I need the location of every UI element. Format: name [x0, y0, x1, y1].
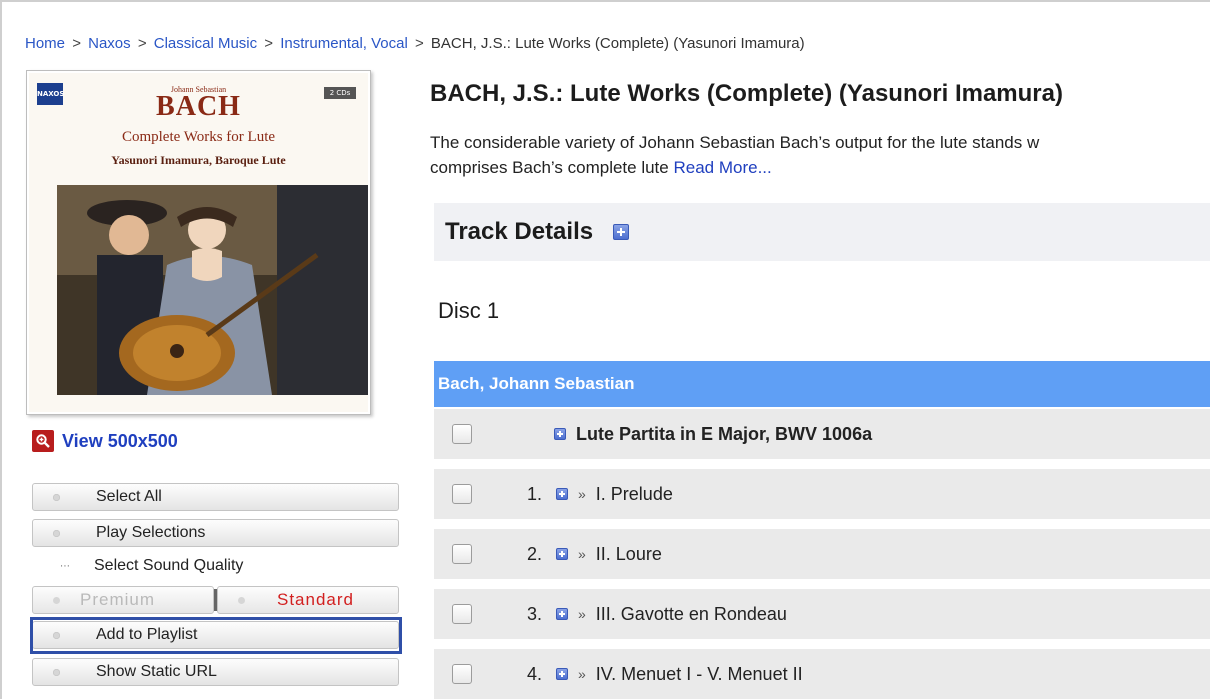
zoom-icon: [32, 430, 54, 452]
view-500-link[interactable]: View 500x500: [32, 430, 178, 452]
expand-plus-icon[interactable]: [556, 668, 568, 680]
breadcrumb-home[interactable]: Home: [25, 35, 65, 52]
track-row: 1. » I. Prelude: [434, 469, 1210, 519]
expand-plus-icon[interactable]: [613, 224, 630, 240]
disc-heading: Disc 1: [438, 298, 500, 323]
read-more-link[interactable]: Read More...: [673, 158, 771, 177]
raquo-icon: »: [578, 666, 586, 682]
track-title: II. Loure: [595, 543, 662, 564]
breadcrumb-separator: >: [137, 35, 147, 52]
standard-quality-button[interactable]: Standard: [217, 586, 399, 614]
album-cover[interactable]: NAXOS 2 CDs Johann Sebastian BACH Comple…: [26, 70, 371, 415]
track-title: I. Prelude: [595, 483, 673, 504]
select-sound-quality: ⋯ Select Sound Quality: [32, 553, 399, 579]
expand-plus-icon[interactable]: [556, 488, 568, 500]
description-line-2-text: comprises Bach’s complete lute: [430, 158, 669, 177]
work-checkbox[interactable]: [452, 424, 472, 444]
breadcrumb-instrumental-vocal[interactable]: Instrumental, Vocal: [280, 35, 408, 52]
track-number: 3.: [526, 603, 542, 624]
breadcrumb-naxos[interactable]: Naxos: [88, 35, 131, 52]
description-line-2: comprises Bach’s complete lute Read More…: [430, 155, 1210, 180]
breadcrumb-separator: >: [414, 35, 424, 52]
track-details-label: Track Details: [445, 218, 594, 245]
radio-dot-icon: [53, 493, 60, 501]
composer-bar: Bach, Johann Sebastian: [434, 361, 1210, 407]
track-details-header: Track Details: [434, 203, 1210, 261]
expand-plus-icon[interactable]: [556, 548, 568, 560]
play-selections-label: Play Selections: [96, 524, 206, 541]
album-cover-art: NAXOS 2 CDs Johann Sebastian BACH Comple…: [29, 73, 368, 412]
select-all-label: Select All: [96, 488, 162, 505]
breadcrumb-classical-music[interactable]: Classical Music: [154, 35, 257, 52]
work-title: Lute Partita in E Major, BWV 1006a: [576, 423, 873, 444]
radio-dot-icon: [53, 668, 60, 676]
breadcrumb-separator: >: [72, 35, 81, 52]
track-checkbox[interactable]: [452, 544, 472, 564]
equalizer-icon: ⋯: [60, 560, 70, 572]
select-sound-quality-label: Select Sound Quality: [94, 557, 244, 574]
radio-dot-icon: [53, 596, 60, 604]
add-to-playlist-label: Add to Playlist: [96, 626, 198, 643]
premium-quality-button[interactable]: Premium: [32, 586, 214, 614]
track-title: III. Gavotte en Rondeau: [595, 603, 787, 624]
breadcrumb: Home > Naxos > Classical Music > Instrum…: [25, 35, 805, 52]
work-row: Lute Partita in E Major, BWV 1006a: [434, 409, 1210, 459]
track-title: IV. Menuet I - V. Menuet II: [595, 663, 803, 684]
standard-label: Standard: [277, 590, 354, 609]
cover-performer: Yasunori Imamura, Baroque Lute: [111, 153, 286, 167]
album-title: BACH, J.S.: Lute Works (Complete) (Yasun…: [430, 80, 1063, 107]
raquo-icon: »: [578, 546, 586, 562]
track-checkbox[interactable]: [452, 604, 472, 624]
add-to-playlist-button[interactable]: Add to Playlist: [32, 621, 399, 649]
select-all-button[interactable]: Select All: [32, 483, 399, 511]
premium-label: Premium: [80, 590, 156, 609]
radio-dot-icon: [53, 529, 60, 537]
view-500-label: View 500x500: [62, 430, 178, 451]
raquo-icon: »: [578, 486, 586, 502]
track-checkbox[interactable]: [452, 484, 472, 504]
album-description: The considerable variety of Johann Sebas…: [430, 130, 1210, 180]
radio-dot-icon: [53, 631, 60, 639]
expand-plus-icon[interactable]: [554, 428, 566, 440]
track-row: 2. » II. Loure: [434, 529, 1210, 579]
raquo-icon: »: [578, 606, 586, 622]
breadcrumb-current: BACH, J.S.: Lute Works (Complete) (Yasun…: [430, 35, 805, 52]
description-line-1: The considerable variety of Johann Sebas…: [430, 133, 1040, 152]
show-static-url-label: Show Static URL: [96, 663, 217, 680]
show-static-url-button[interactable]: Show Static URL: [32, 658, 399, 686]
cover-painting: [57, 185, 368, 395]
breadcrumb-separator: >: [264, 35, 274, 52]
track-checkbox[interactable]: [452, 664, 472, 684]
track-number: 2.: [526, 543, 542, 564]
track-number: 1.: [526, 483, 542, 504]
sound-quality-options: Premium Standard: [32, 586, 399, 614]
play-selections-button[interactable]: Play Selections: [32, 519, 399, 547]
track-row: 4. » IV. Menuet I - V. Menuet II: [434, 649, 1210, 699]
track-number: 4.: [526, 663, 542, 684]
track-row: 3. » III. Gavotte en Rondeau: [434, 589, 1210, 639]
expand-plus-icon[interactable]: [556, 608, 568, 620]
cover-composer-name: BACH: [156, 91, 241, 122]
cover-subtitle: Complete Works for Lute: [121, 129, 276, 145]
radio-dot-icon: [238, 596, 245, 604]
